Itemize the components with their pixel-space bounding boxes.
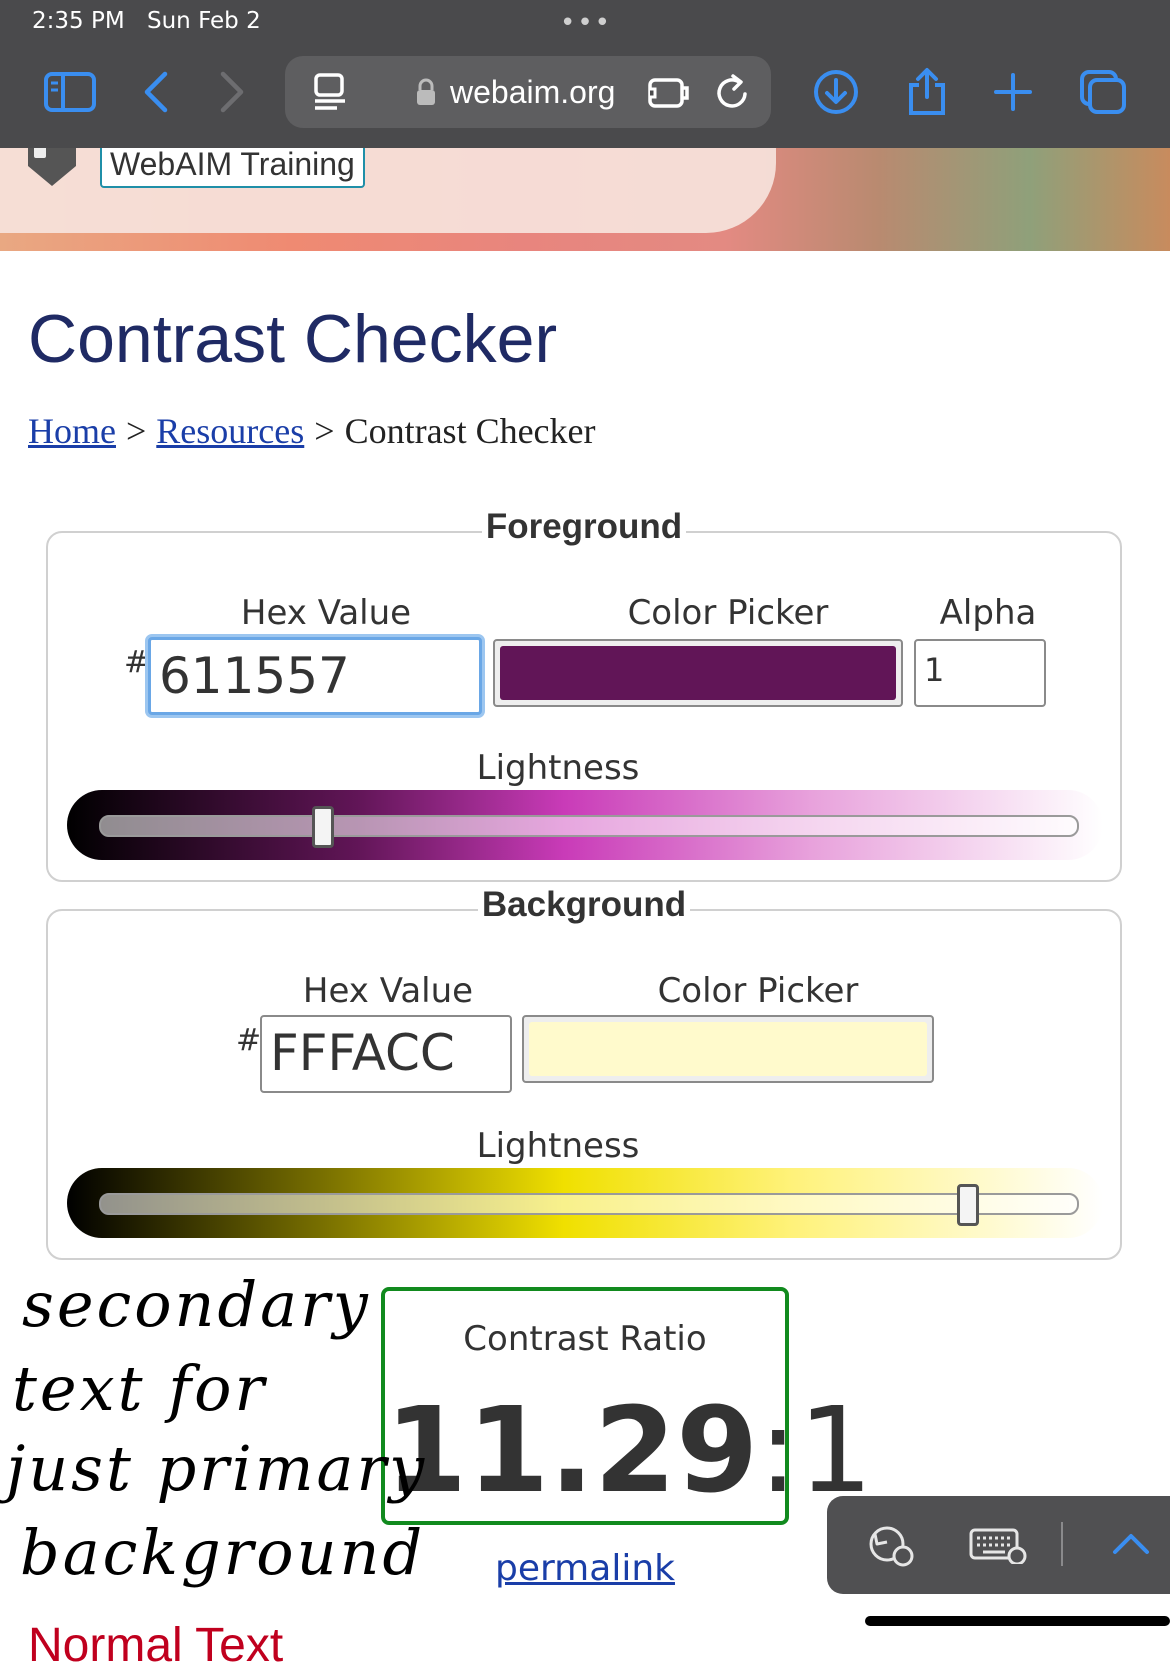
back-icon[interactable] — [138, 62, 174, 122]
url-text[interactable]: webaim.org — [450, 74, 615, 111]
sidebar-icon[interactable] — [42, 62, 98, 122]
contrast-ratio-label: Contrast Ratio — [463, 1319, 707, 1359]
divider — [1061, 1522, 1063, 1566]
logo-icon — [26, 148, 78, 188]
breadcrumb-home[interactable]: Home — [28, 411, 116, 451]
new-tab-icon[interactable] — [992, 62, 1034, 122]
fg-picker-label: Color Picker — [627, 593, 829, 633]
reader-icon[interactable] — [313, 72, 347, 116]
bg-swatch — [529, 1022, 927, 1076]
breadcrumb: Home > Resources > Contrast Checker — [28, 410, 596, 452]
foreground-legend: Foreground — [48, 507, 1120, 547]
download-icon[interactable] — [812, 62, 860, 122]
bg-picker-label: Color Picker — [657, 971, 859, 1011]
status-date: Sun Feb 2 — [147, 8, 261, 34]
undo-icon[interactable] — [867, 1524, 915, 1572]
bg-hex-input[interactable]: FFFACC — [260, 1015, 512, 1093]
multitask-dots[interactable]: ••• — [560, 8, 612, 38]
ratio-number: 11.29 — [385, 1381, 759, 1519]
permalink[interactable]: permalink — [495, 1548, 675, 1589]
browser-toolbar: 2:35 PM Sun Feb 2 ••• webaim.org — [0, 0, 1170, 148]
annotation-line: just primary — [6, 1432, 428, 1505]
fg-lightness-slider[interactable] — [67, 790, 1103, 860]
breadcrumb-separator: > — [125, 411, 147, 451]
address-bar[interactable]: webaim.org — [285, 56, 771, 128]
fg-lightness-label: Lightness — [476, 748, 640, 788]
fg-slider-track — [99, 815, 1079, 837]
keyboard-icon[interactable] — [969, 1528, 1027, 1568]
webaim-training-button[interactable]: WebAIM Training — [100, 148, 365, 188]
fg-slider-thumb[interactable] — [312, 806, 335, 848]
keyboard-shortcut-bar — [827, 1496, 1170, 1594]
bg-hex-label: Hex Value — [302, 971, 474, 1011]
bg-lightness-slider[interactable] — [67, 1168, 1103, 1238]
chevron-up-icon[interactable] — [1111, 1530, 1151, 1560]
background-legend: Background — [48, 885, 1120, 925]
fg-color-picker[interactable] — [493, 639, 903, 707]
fg-hex-input[interactable]: 611557 — [148, 637, 482, 715]
status-time: 2:35 PM — [32, 8, 125, 34]
normal-text-heading: Normal Text — [28, 1619, 284, 1672]
breadcrumb-current: Contrast Checker — [344, 411, 596, 451]
bg-slider-track — [99, 1193, 1079, 1215]
fg-swatch — [500, 646, 896, 700]
hero-banner: WebAIM Training — [0, 148, 1170, 251]
forward-icon[interactable] — [214, 62, 250, 122]
fg-alpha-input[interactable]: 1 — [914, 639, 1046, 707]
reload-icon[interactable] — [715, 72, 751, 116]
fg-alpha-label: Alpha — [939, 593, 1037, 633]
bg-lightness-label: Lightness — [476, 1126, 640, 1166]
annotation-line: secondary — [22, 1268, 371, 1341]
bg-slider-thumb[interactable] — [956, 1184, 979, 1226]
home-indicator — [865, 1616, 1170, 1626]
bg-color-picker[interactable] — [522, 1015, 934, 1083]
lock-icon — [415, 78, 437, 110]
contrast-ratio-value: 11.29:1 — [385, 1381, 873, 1519]
annotation-line: background — [20, 1516, 426, 1589]
contrast-ratio-box: Contrast Ratio 11.29:1 — [381, 1287, 873, 1525]
extension-icon[interactable] — [647, 76, 691, 114]
fg-hex-label: Hex Value — [240, 593, 412, 633]
page-title: Contrast Checker — [28, 301, 558, 377]
annotation-line: text for — [12, 1352, 268, 1425]
breadcrumb-resources[interactable]: Resources — [156, 411, 304, 451]
bg-hash: # — [236, 1023, 262, 1058]
fg-hash: # — [124, 645, 150, 680]
breadcrumb-separator: > — [314, 411, 335, 451]
share-icon[interactable] — [904, 62, 950, 122]
tabs-icon[interactable] — [1078, 62, 1128, 122]
